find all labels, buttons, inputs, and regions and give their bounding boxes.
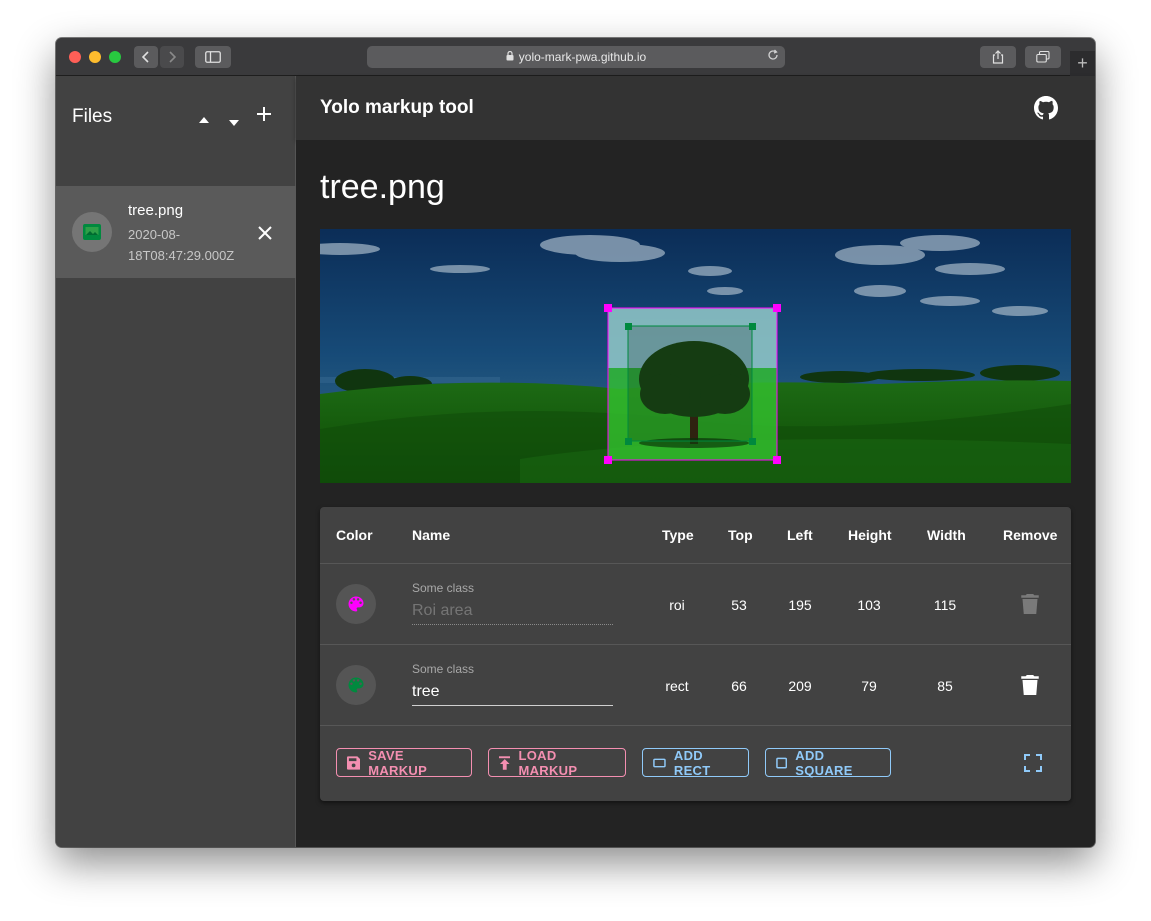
sidebar-toggle-button[interactable]: [195, 46, 231, 68]
add-square-button[interactable]: ADD SQUARE: [765, 747, 891, 778]
sort-down-icon[interactable]: [229, 113, 239, 129]
files-title: Files: [72, 106, 113, 127]
save-markup-button[interactable]: SAVE MARKUP: [336, 747, 472, 778]
square-icon: [776, 757, 788, 768]
page-title: tree.png: [320, 168, 445, 206]
row-divider: [320, 725, 1071, 726]
header-width: Width: [927, 527, 966, 543]
rectangle-icon: [653, 758, 666, 767]
delete-icon[interactable]: [1021, 675, 1039, 695]
chevron-left-icon: [142, 51, 149, 63]
add-square-label: ADD SQUARE: [795, 747, 853, 778]
header-top: Top: [728, 527, 753, 543]
minimize-window-button[interactable]: [89, 51, 101, 63]
row-divider: [320, 563, 1071, 564]
image-icon: [83, 224, 101, 240]
fullscreen-icon[interactable]: [1024, 754, 1042, 772]
color-picker-button[interactable]: [336, 665, 376, 705]
files-sidebar: Files tree.png 2020-08-18T08:47:29.000Z: [56, 76, 296, 847]
back-button[interactable]: [134, 46, 158, 68]
main-content: tree.png Color Name Type Top Left Height…: [296, 140, 1095, 847]
file-list-item[interactable]: tree.png 2020-08-18T08:47:29.000Z: [56, 186, 296, 278]
zoom-window-button[interactable]: [109, 51, 121, 63]
load-markup-button[interactable]: LOAD MARKUP: [488, 747, 626, 778]
palette-icon: [348, 677, 364, 693]
class-field-label: Some class: [412, 662, 475, 676]
load-markup-label: LOAD MARKUP: [518, 747, 578, 778]
browser-toolbar: yolo-mark-pwa.github.io +: [56, 38, 1095, 76]
lock-icon: [506, 50, 514, 64]
url-text: yolo-mark-pwa.github.io: [518, 50, 647, 64]
type-cell: rect: [665, 678, 689, 694]
upload-icon: [499, 755, 511, 770]
share-icon: [992, 50, 1004, 64]
sort-up-icon[interactable]: [199, 110, 209, 126]
add-file-icon[interactable]: [257, 107, 271, 124]
top-cell: 53: [731, 597, 747, 613]
width-cell: 115: [933, 597, 957, 613]
add-rect-button[interactable]: ADD RECT: [642, 747, 749, 778]
new-tab-button[interactable]: +: [1070, 51, 1095, 76]
height-cell: 103: [857, 597, 881, 613]
width-cell: 85: [937, 678, 953, 694]
header-left: Left: [787, 527, 813, 543]
file-name: tree.png: [128, 202, 184, 219]
left-cell: 209: [788, 678, 812, 694]
top-cell: 66: [731, 678, 747, 694]
save-markup-label: SAVE MARKUP: [368, 747, 428, 778]
file-date: 2020-08-18T08:47:29.000Z: [128, 227, 235, 263]
app-title: Yolo markup tool: [320, 97, 474, 118]
color-picker-button[interactable]: [336, 584, 376, 624]
class-name-input[interactable]: [412, 598, 613, 625]
header-color: Color: [336, 527, 373, 543]
sidebar-icon: [205, 51, 221, 63]
forward-button[interactable]: [160, 46, 184, 68]
share-button[interactable]: [980, 46, 1016, 68]
height-cell: 79: [861, 678, 877, 694]
chevron-right-icon: [169, 51, 176, 63]
github-icon[interactable]: [1034, 96, 1058, 120]
delete-icon[interactable]: [1021, 594, 1039, 614]
class-name-input[interactable]: [412, 679, 613, 706]
header-type: Type: [662, 527, 694, 543]
close-window-button[interactable]: [69, 51, 81, 63]
tabs-icon: [1036, 51, 1050, 63]
header-name: Name: [412, 527, 451, 543]
app-bar: Yolo markup tool: [296, 76, 1095, 140]
left-cell: 195: [788, 597, 812, 613]
type-cell: roi: [669, 597, 685, 613]
close-icon: [258, 226, 272, 240]
palette-icon: [348, 596, 364, 612]
landscape-image: [320, 229, 1071, 483]
row-divider: [320, 644, 1071, 645]
file-avatar: [72, 212, 112, 252]
add-rect-label: ADD RECT: [673, 747, 711, 778]
header-height: Height: [848, 527, 892, 543]
markup-table: Color Name Type Top Left Height Width Re…: [320, 507, 1071, 801]
class-field-label: Some class: [412, 581, 475, 595]
markup-canvas[interactable]: [320, 229, 1071, 483]
save-icon: [347, 755, 361, 770]
header-remove: Remove: [1003, 527, 1058, 543]
address-bar[interactable]: yolo-mark-pwa.github.io: [367, 46, 785, 68]
remove-file-button[interactable]: [258, 220, 272, 246]
tabs-overview-button[interactable]: [1025, 46, 1061, 68]
browser-window: yolo-mark-pwa.github.io + Files tree.png…: [56, 38, 1095, 847]
reload-icon[interactable]: [767, 49, 779, 64]
